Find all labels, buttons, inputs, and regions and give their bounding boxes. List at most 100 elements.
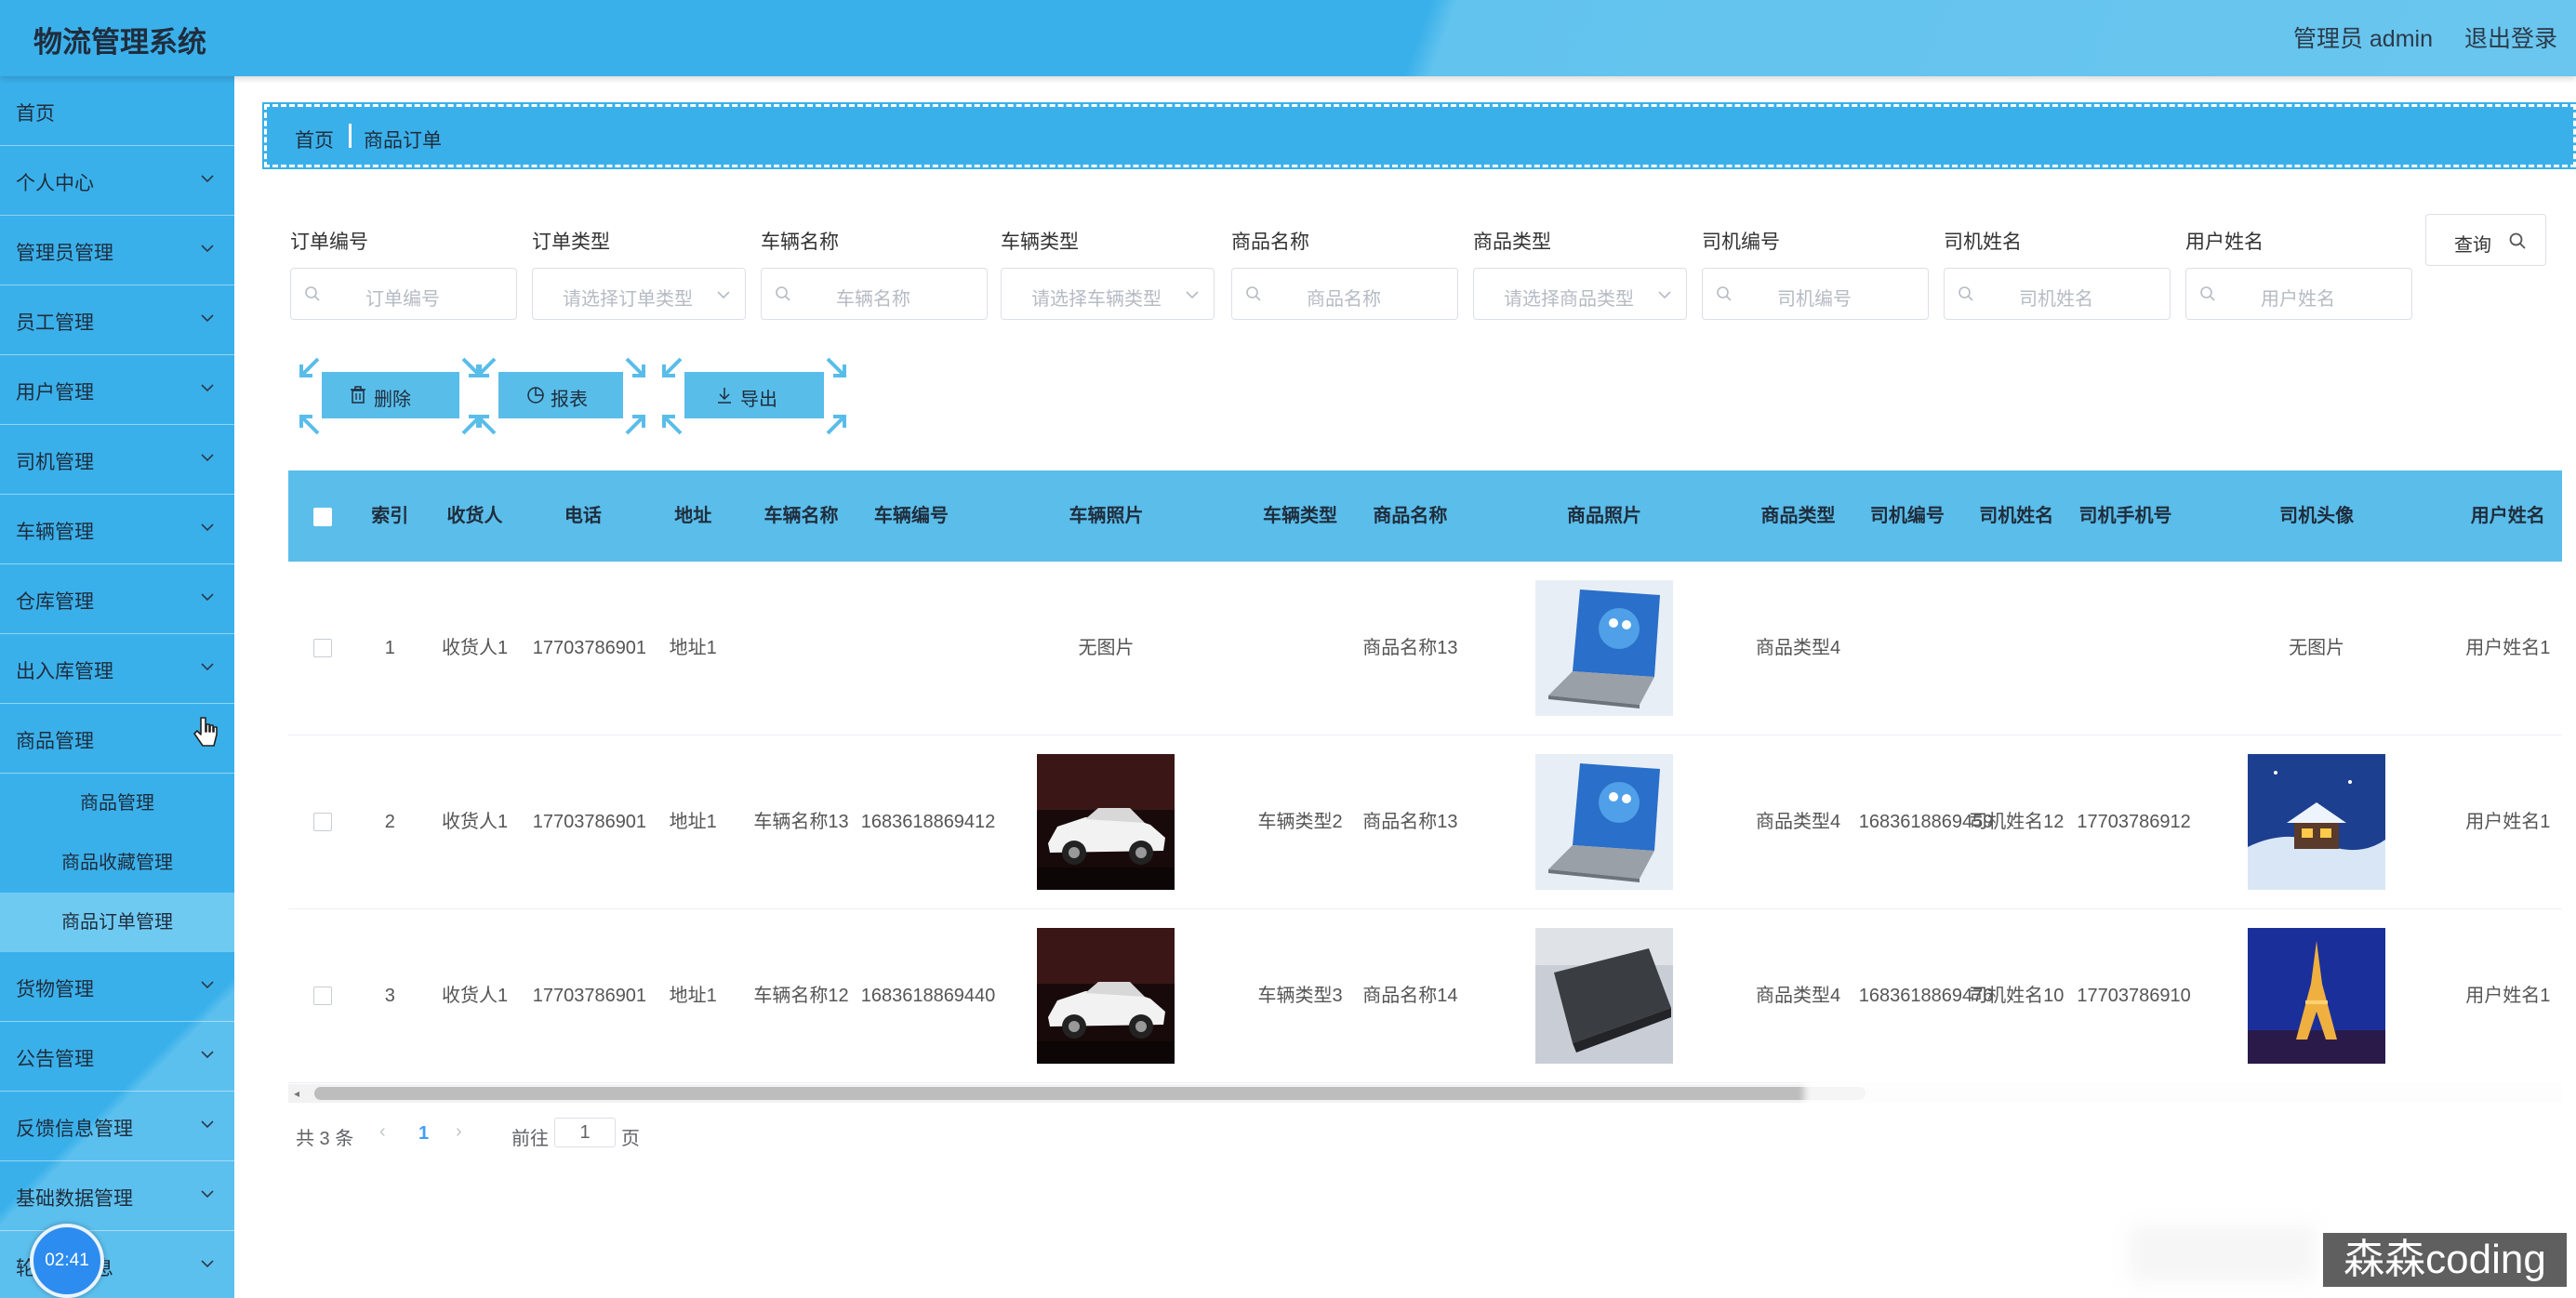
- filter-placeholder: 车辆名称: [836, 289, 910, 310]
- sidebar-item[interactable]: 司机管理: [0, 425, 234, 495]
- mouse-pointer-icon: [193, 717, 218, 747]
- corner-arrow-icon: [662, 357, 683, 377]
- column-header[interactable]: 司机编号: [1852, 470, 1962, 562]
- filter-input[interactable]: 商品名称: [1231, 268, 1458, 320]
- query-button-label: 查询: [2454, 235, 2491, 256]
- filter-input[interactable]: 用户姓名: [2185, 268, 2412, 320]
- column-header[interactable]: 商品名称: [1355, 470, 1466, 562]
- select-all-checkbox[interactable]: [313, 507, 333, 526]
- sidebar-item-home[interactable]: 首页: [0, 76, 234, 146]
- row-select-cell: [288, 562, 358, 735]
- sidebar-item[interactable]: 管理员管理: [0, 216, 234, 285]
- sidebar-item[interactable]: 出入库管理: [0, 634, 234, 704]
- export-button[interactable]: 导出: [684, 372, 824, 418]
- search-icon: [776, 286, 790, 301]
- filter-placeholder: 司机姓名: [2019, 289, 2093, 310]
- chevron-down-icon: [201, 663, 214, 671]
- row-checkbox[interactable]: [313, 987, 333, 1006]
- sidebar-item-label: 反馈信息管理: [16, 1119, 133, 1140]
- sidebar-item[interactable]: 个人中心: [0, 146, 234, 216]
- column-header[interactable]: 用户姓名: [2453, 470, 2562, 562]
- image-cell: [2179, 735, 2454, 909]
- table-row[interactable]: 2 收货人1 17703786901 地址1 车辆名称13 1683618869412 车辆…: [288, 735, 2562, 909]
- column-header[interactable]: 索引: [357, 470, 423, 562]
- column-header[interactable]: 车辆照片: [967, 470, 1245, 562]
- column-header[interactable]: 司机头像: [2179, 470, 2454, 562]
- goto-label: 前往: [511, 1129, 549, 1149]
- table-cell: 司机姓名12: [1961, 735, 2072, 909]
- filter-select[interactable]: 请选择订单类型: [532, 268, 746, 320]
- column-header[interactable]: 收货人: [422, 470, 527, 562]
- corner-arrow-icon: [625, 415, 645, 435]
- filter-label: 用户姓名: [2185, 232, 2264, 253]
- search-icon: [1959, 286, 1973, 301]
- table-cell: 1683618869440: [855, 908, 995, 1083]
- table-cell: 商品类型4: [1743, 735, 1853, 909]
- column-header[interactable]: 车辆编号: [855, 470, 968, 562]
- column-header[interactable]: 电话: [526, 470, 640, 562]
- filter-label: 车辆类型: [1001, 232, 1079, 253]
- sidebar-item[interactable]: 员工管理: [0, 285, 234, 355]
- filter-select[interactable]: 请选择商品类型: [1473, 268, 1687, 320]
- column-header[interactable]: 地址: [639, 470, 748, 562]
- sidebar-item-label: 出入库管理: [16, 661, 113, 682]
- query-button[interactable]: 查询: [2425, 214, 2546, 266]
- pie-chart-icon: [527, 387, 544, 404]
- search-icon: [2200, 286, 2215, 301]
- table-cell: 收货人1: [422, 735, 527, 909]
- sidebar-item[interactable]: 基础数据管理: [0, 1161, 234, 1231]
- image-cell: [967, 908, 1245, 1083]
- table-row[interactable]: 1 收货人1 17703786901 地址1 无图片 商品名称13 商品类型4 无图片 用户姓名…: [288, 562, 2562, 735]
- column-header[interactable]: 商品类型: [1743, 470, 1853, 562]
- export-button-label: 导出: [740, 390, 777, 410]
- report-button[interactable]: 报表: [498, 372, 623, 418]
- column-header[interactable]: 司机姓名: [1961, 470, 2072, 562]
- column-header[interactable]: 司机手机号: [2071, 470, 2180, 562]
- sidebar-item[interactable]: 车辆管理: [0, 495, 234, 564]
- page-unit-label: 页: [621, 1129, 640, 1149]
- filter-select[interactable]: 请选择车辆类型: [1001, 268, 1215, 320]
- table-cell: 用户姓名1: [2453, 562, 2562, 735]
- pagination-total: 共 3 条: [296, 1129, 354, 1149]
- corner-arrow-icon: [826, 357, 846, 377]
- sidebar-item[interactable]: 公告管理: [0, 1022, 234, 1092]
- goto-page-input[interactable]: [554, 1118, 616, 1147]
- filter-input[interactable]: 订单编号: [290, 268, 517, 320]
- logout-link[interactable]: 退出登录: [2464, 20, 2557, 54]
- sidebar-item[interactable]: 用户管理: [0, 355, 234, 425]
- chevron-down-icon: [201, 593, 214, 602]
- chevron-down-icon: [201, 981, 214, 989]
- chevron-down-icon: [1186, 291, 1199, 299]
- breadcrumb: 首页 商品订单: [262, 102, 2576, 169]
- trash-icon: [351, 386, 365, 404]
- filter-input[interactable]: 司机姓名: [1944, 268, 2171, 320]
- column-header[interactable]: 车辆类型: [1244, 470, 1356, 562]
- sidebar-subitem[interactable]: 商品管理: [0, 774, 234, 833]
- breadcrumb-home[interactable]: 首页: [295, 126, 334, 153]
- row-checkbox[interactable]: [313, 813, 333, 832]
- corner-arrow-icon: [299, 357, 320, 377]
- row-checkbox[interactable]: [313, 639, 333, 658]
- scrollbar-thumb[interactable]: [314, 1087, 1866, 1100]
- car-photo: [1037, 928, 1175, 1064]
- corner-arrow-icon: [662, 415, 683, 435]
- column-header[interactable]: 商品照片: [1465, 470, 1744, 562]
- sidebar-subitem[interactable]: 商品订单管理: [0, 893, 234, 952]
- timer-badge[interactable]: 02:41: [30, 1224, 104, 1298]
- delete-button[interactable]: 删除: [322, 372, 459, 418]
- filter-label: 订单编号: [290, 232, 368, 253]
- sidebar-item-label: 用户管理: [16, 382, 94, 404]
- scroll-left-icon[interactable]: ◂: [294, 1087, 299, 1100]
- sidebar-item[interactable]: 货物管理: [0, 952, 234, 1022]
- table-row[interactable]: 3 收货人1 17703786901 地址1 车辆名称12 1683618869440 车辆…: [288, 908, 2562, 1083]
- next-page-icon[interactable]: ›: [456, 1121, 462, 1143]
- filter-input[interactable]: 司机编号: [1702, 268, 1929, 320]
- sidebar-subitem[interactable]: 商品收藏管理: [0, 833, 234, 893]
- filter-input[interactable]: 车辆名称: [761, 268, 988, 320]
- sidebar-item[interactable]: 反馈信息管理: [0, 1092, 234, 1161]
- filter-placeholder: 用户姓名: [2261, 289, 2335, 310]
- column-header[interactable]: 车辆名称: [747, 470, 856, 562]
- prev-page-icon[interactable]: ‹: [379, 1121, 386, 1143]
- sidebar-item[interactable]: 仓库管理: [0, 564, 234, 634]
- page-number[interactable]: 1: [418, 1123, 429, 1145]
